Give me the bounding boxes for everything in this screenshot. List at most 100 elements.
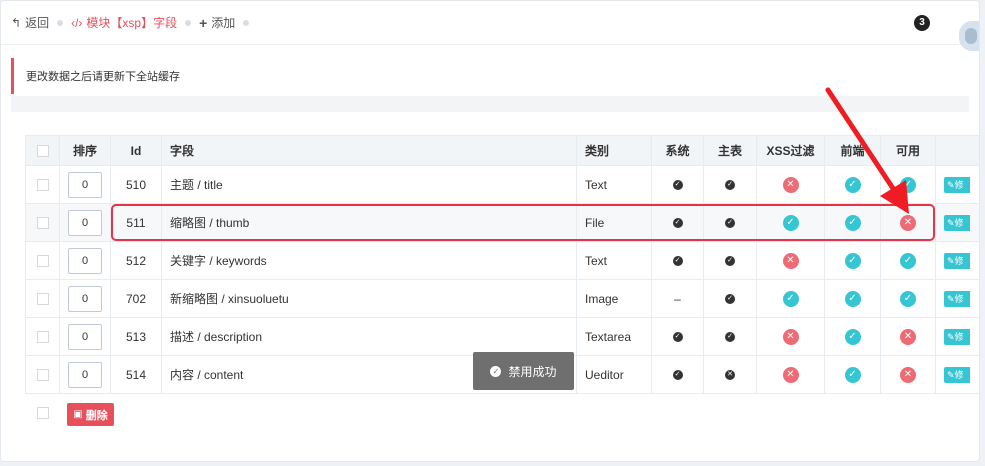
edit-button[interactable]: ✎修 bbox=[944, 328, 970, 345]
edit-button[interactable]: ✎修 bbox=[944, 252, 970, 269]
row-select-cell bbox=[25, 241, 60, 280]
col-actions bbox=[935, 135, 979, 166]
front-ok-icon[interactable]: ✓ bbox=[844, 366, 861, 383]
row-checkbox[interactable] bbox=[36, 369, 49, 382]
row-checkbox[interactable] bbox=[36, 179, 49, 192]
main-cross-icon[interactable]: ✕ bbox=[725, 370, 735, 381]
xss-disabled-icon[interactable]: ✕ bbox=[782, 252, 799, 269]
row-select-cell bbox=[25, 165, 60, 204]
system-cell: ✓ bbox=[651, 355, 704, 394]
notification-badge[interactable]: 3 bbox=[914, 15, 930, 31]
system-check-icon[interactable]: ✓ bbox=[672, 180, 683, 191]
edit-button[interactable]: ✎修 bbox=[944, 176, 970, 193]
separator-dot bbox=[57, 19, 64, 26]
enabled-disabled-icon[interactable]: ✕ bbox=[900, 328, 916, 345]
main-table-cell: ✓ bbox=[703, 279, 757, 318]
actions-cell: ✎修 bbox=[935, 317, 979, 356]
enabled-disabled-icon[interactable]: ✕ bbox=[900, 366, 916, 383]
main-check-icon[interactable]: ✓ bbox=[725, 180, 735, 191]
system-check-icon[interactable]: ✓ bbox=[672, 370, 683, 381]
row-checkbox[interactable] bbox=[36, 255, 49, 268]
sort-order-input[interactable] bbox=[68, 285, 102, 312]
edit-button[interactable]: ✎修 bbox=[944, 366, 970, 383]
type-cell: Image bbox=[576, 279, 652, 318]
col-enabled: 可用 bbox=[880, 135, 936, 166]
sort-order-input[interactable] bbox=[68, 361, 102, 388]
enabled-cell: ✕ bbox=[880, 355, 936, 394]
front-cell: ✓ bbox=[824, 355, 881, 394]
module-fields-label: 模块【xsp】字段 bbox=[86, 16, 178, 30]
select-all-checkbox[interactable] bbox=[36, 145, 49, 158]
xss-ok-icon[interactable]: ✓ bbox=[782, 290, 799, 307]
sort-order-input[interactable] bbox=[68, 247, 102, 274]
back-button[interactable]: ↰ 返回 bbox=[11, 14, 49, 31]
col-front: 前端 bbox=[824, 135, 881, 166]
edit-label: 修 bbox=[954, 331, 964, 342]
actions-cell: ✎修 bbox=[935, 241, 979, 280]
main-panel: ↰ 返回 ‹/› 模块【xsp】字段 + 添加 3 更改数据之后请更新下全站缓存… bbox=[0, 0, 980, 462]
sort-order-input[interactable] bbox=[68, 209, 102, 236]
code-icon: ‹/› bbox=[71, 15, 83, 30]
front-ok-icon[interactable]: ✓ bbox=[844, 328, 861, 345]
enabled-ok-icon[interactable]: ✓ bbox=[900, 290, 916, 307]
main-table-cell: ✓ bbox=[703, 317, 757, 356]
row-checkbox[interactable] bbox=[36, 293, 49, 306]
front-ok-icon[interactable]: ✓ bbox=[844, 290, 861, 307]
edit-icon: ✎ bbox=[947, 217, 955, 228]
module-fields-tab[interactable]: ‹/› 模块【xsp】字段 bbox=[71, 14, 177, 31]
xss-cell: ✕ bbox=[756, 317, 825, 356]
system-check-icon[interactable]: ✓ bbox=[672, 256, 683, 267]
select-all-cell bbox=[25, 135, 60, 166]
main-check-icon[interactable]: ✓ bbox=[725, 294, 735, 305]
toolbar: ↰ 返回 ‹/› 模块【xsp】字段 + 添加 bbox=[1, 1, 979, 45]
col-id[interactable]: Id bbox=[110, 135, 162, 166]
actions-cell: ✎修 bbox=[935, 279, 979, 318]
success-toast: ✓ 禁用成功 bbox=[473, 352, 574, 390]
xss-disabled-icon[interactable]: ✕ bbox=[782, 176, 799, 193]
add-label: 添加 bbox=[211, 16, 236, 30]
system-cell: ✓ bbox=[651, 165, 704, 204]
front-ok-icon[interactable]: ✓ bbox=[844, 252, 861, 269]
col-xss: XSS过滤 bbox=[756, 135, 825, 166]
row-checkbox[interactable] bbox=[36, 217, 49, 230]
bottom-select-checkbox[interactable] bbox=[37, 407, 49, 419]
col-sort[interactable]: 排序 bbox=[59, 135, 111, 166]
front-cell: ✓ bbox=[824, 317, 881, 356]
table-row: 512 关键字 / keywords Text ✓ ✓ ✕ ✓ ✓ ✎修 bbox=[25, 241, 979, 280]
xss-disabled-icon[interactable]: ✕ bbox=[782, 328, 799, 345]
highlight-annotation-box bbox=[111, 204, 935, 241]
enabled-ok-icon[interactable]: ✓ bbox=[900, 176, 916, 193]
add-button[interactable]: + 添加 bbox=[199, 14, 235, 31]
separator-dot bbox=[243, 19, 250, 26]
system-check-icon[interactable]: ✓ bbox=[672, 332, 683, 343]
system-cell: ✓ bbox=[651, 241, 704, 280]
edit-label: 修 bbox=[954, 255, 964, 266]
main-check-icon[interactable]: ✓ bbox=[725, 332, 735, 343]
type-cell: Ueditor bbox=[576, 355, 652, 394]
actions-cell: ✎修 bbox=[935, 355, 979, 394]
xss-cell: ✕ bbox=[756, 355, 825, 394]
table-row: 513 描述 / description Textarea ✓ ✓ ✕ ✓ ✕ … bbox=[25, 317, 979, 356]
delete-button[interactable]: ▣ 删除 bbox=[67, 403, 114, 426]
sort-order-input[interactable] bbox=[68, 323, 102, 350]
sort-order-input[interactable] bbox=[68, 171, 102, 198]
edit-icon: ✎ bbox=[947, 179, 955, 190]
row-select-cell bbox=[25, 203, 60, 242]
edit-button[interactable]: ✎修 bbox=[944, 214, 970, 231]
main-table-cell: ✕ bbox=[703, 355, 757, 394]
main-table-cell: ✓ bbox=[703, 165, 757, 204]
row-checkbox[interactable] bbox=[36, 331, 49, 344]
field-cell: 关键字 / keywords bbox=[161, 241, 577, 280]
main-check-icon[interactable]: ✓ bbox=[725, 256, 735, 267]
edit-label: 修 bbox=[954, 369, 964, 380]
enabled-cell: ✓ bbox=[880, 165, 936, 204]
field-cell: 描述 / description bbox=[161, 317, 577, 356]
edit-icon: ✎ bbox=[947, 293, 955, 304]
enabled-ok-icon[interactable]: ✓ bbox=[900, 252, 916, 269]
edit-label: 修 bbox=[954, 217, 964, 228]
avatar[interactable] bbox=[959, 21, 979, 51]
xss-disabled-icon[interactable]: ✕ bbox=[782, 366, 799, 383]
front-ok-icon[interactable]: ✓ bbox=[844, 176, 861, 193]
edit-button[interactable]: ✎修 bbox=[944, 290, 970, 307]
main-table-cell: ✓ bbox=[703, 241, 757, 280]
